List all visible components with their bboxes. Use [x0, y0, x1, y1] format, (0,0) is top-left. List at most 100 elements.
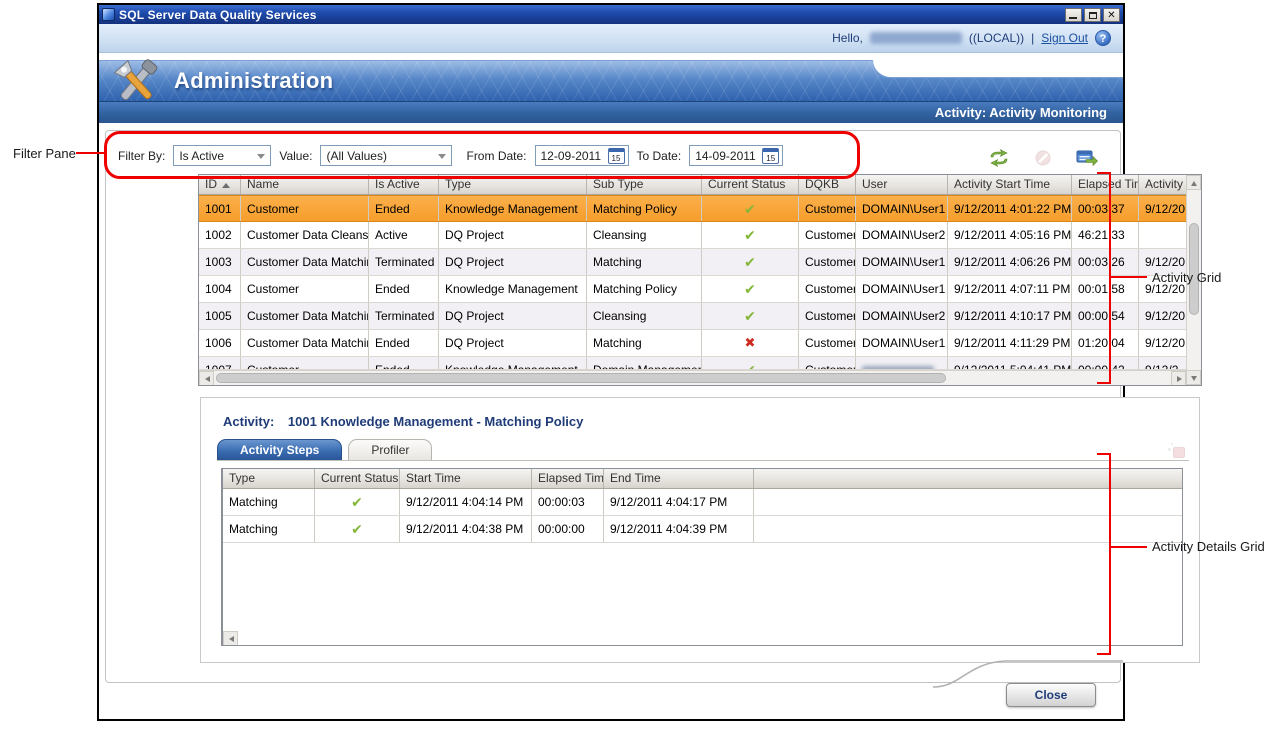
context-label: Activity: Activity Monitoring [935, 105, 1107, 120]
grid-row[interactable]: Matching✔9/12/2011 4:04:38 PM00:00:009/1… [223, 516, 1182, 543]
tab-profiler[interactable]: Profiler [348, 439, 432, 460]
filter-by-value: Is Active [179, 149, 224, 163]
vscroll-thumb[interactable] [1189, 223, 1199, 315]
to-date-value: 14-09-2011 [695, 149, 756, 163]
grid-row[interactable]: 1005Customer Data MatchingTerminatedDQ P… [199, 303, 1201, 330]
help-icon[interactable]: ? [1095, 30, 1111, 46]
cell-elapsed-time: 00:00:42 [1072, 357, 1139, 369]
grid-row[interactable]: 1001CustomerEndedKnowledge ManagementMat… [199, 195, 1201, 222]
cell-id: 1005 [199, 303, 241, 329]
chevron-down-icon [438, 154, 446, 159]
sign-out-link[interactable]: Sign Out [1041, 31, 1088, 45]
grid-row[interactable]: Matching✔9/12/2011 4:04:14 PM00:00:039/1… [223, 489, 1182, 516]
value-dropdown[interactable]: (All Values) [320, 145, 452, 166]
close-window-button[interactable]: ✕ [1103, 8, 1120, 22]
cell-type: Knowledge Management [439, 276, 587, 302]
scroll-down-icon[interactable] [1186, 370, 1201, 385]
divider: | [1031, 31, 1034, 45]
cell-start-time: 9/12/2011 4:04:38 PM [400, 516, 532, 542]
calendar-icon[interactable]: 15 [608, 148, 625, 164]
column-header-dqkb[interactable]: DQKB [799, 175, 856, 194]
from-date-input[interactable]: 12-09-2011 15 [535, 145, 629, 166]
cell-id: 1003 [199, 249, 241, 275]
restore-icon [1089, 12, 1097, 19]
column-header-start-time[interactable]: Start Time [400, 469, 532, 488]
activity-details-grid-annotation: Activity Details Grid [1152, 539, 1265, 554]
tab-activity-steps[interactable]: Activity Steps [217, 439, 342, 460]
to-date-input[interactable]: 14-09-2011 15 [689, 145, 783, 166]
export-icon[interactable] [1076, 149, 1098, 167]
cell-id: 1006 [199, 330, 241, 356]
cell-current-status: ✔ [702, 249, 799, 275]
server-name: ((LOCAL)) [969, 31, 1024, 45]
column-header-current-status[interactable]: Current Status [315, 469, 400, 488]
scroll-left-icon[interactable] [199, 371, 214, 386]
column-header-sub-type[interactable]: Sub Type [587, 175, 702, 194]
column-header-type[interactable]: Type [439, 175, 587, 194]
success-check-icon: ✔ [744, 254, 756, 270]
column-header-elapsed-time[interactable]: Elapsed Time [532, 469, 604, 488]
cell-type: DQ Project [439, 330, 587, 356]
cell-end-time: 9/12/2011 4:04:17 PM [604, 489, 754, 515]
cell-activity: 9/12/2 [1139, 357, 1187, 369]
column-header-end-time[interactable]: End Time [604, 469, 754, 488]
column-header-user[interactable]: User [856, 175, 948, 194]
failure-x-icon: ✖ [745, 335, 756, 350]
terminate-icon [1032, 149, 1054, 167]
filter-by-dropdown[interactable]: Is Active [173, 145, 271, 166]
cell-type: DQ Project [439, 222, 587, 248]
column-header-type[interactable]: Type [223, 469, 315, 488]
activity-grid-hscrollbar[interactable] [199, 370, 1186, 385]
cell-sub-type: Cleansing [587, 303, 702, 329]
bracket-tick [1097, 653, 1111, 655]
cell-current-status: ✔ [702, 276, 799, 302]
column-header-name[interactable]: Name [241, 175, 369, 194]
grid-row[interactable]: 1002Customer Data CleansingActiveDQ Proj… [199, 222, 1201, 249]
cell-id: 1002 [199, 222, 241, 248]
scroll-right-icon[interactable] [221, 631, 223, 646]
activity-grid: IDNameIs ActiveTypeSub TypeCurrent Statu… [198, 174, 1202, 386]
scroll-up-icon[interactable] [1186, 175, 1201, 190]
cell-user: DOMAIN\User1 [856, 330, 948, 356]
cell-name: Customer [241, 196, 369, 221]
scroll-left-icon[interactable] [223, 631, 238, 646]
cell-name: Customer [241, 276, 369, 302]
minimize-button[interactable] [1065, 8, 1082, 22]
cell-activity-start-time: 9/12/2011 4:10:17 PM [948, 303, 1072, 329]
cell-elapsed-time: 00:00:54 [1072, 303, 1139, 329]
sort-ascending-icon [222, 183, 230, 188]
grid-row[interactable]: 1006Customer Data MatchingEndedDQ Projec… [199, 330, 1201, 357]
admin-tools-icon [107, 57, 165, 109]
column-header-elapsed-time[interactable]: Elapsed Time [1072, 175, 1139, 194]
title-bar: SQL Server Data Quality Services ✕ [99, 5, 1123, 24]
grid-row[interactable]: 1007CustomerEndedKnowledge ManagementDom… [199, 357, 1201, 370]
restore-button[interactable] [1084, 8, 1101, 22]
cell-elapsed-time: 46:21:33 [1072, 222, 1139, 248]
activity-details-grid: TypeCurrent StatusStart TimeElapsed Time… [221, 468, 1183, 646]
cell-user: DOMAIN\User1 [856, 249, 948, 275]
column-header-activity[interactable]: Activity [1139, 175, 1187, 194]
success-check-icon: ✔ [351, 494, 363, 510]
cell-dqkb: Customer [799, 303, 856, 329]
column-header-id[interactable]: ID [199, 175, 241, 194]
scroll-right-icon[interactable] [1171, 371, 1186, 386]
cell-is-active: Ended [369, 357, 439, 369]
cell-elapsed-time: 01:20:04 [1072, 330, 1139, 356]
hscroll-thumb[interactable] [216, 373, 946, 383]
column-header-current-status[interactable]: Current Status [702, 175, 799, 194]
cell-type: DQ Project [439, 249, 587, 275]
column-header-activity-start-time[interactable]: Activity Start Time [948, 175, 1072, 194]
column-header-is-active[interactable]: Is Active [369, 175, 439, 194]
banner-notch [873, 60, 1123, 78]
success-check-icon: ✔ [744, 308, 756, 324]
calendar-icon[interactable]: 15 [762, 148, 779, 164]
cell-sub-type: Domain Management [587, 357, 702, 369]
close-button[interactable]: Close [1006, 683, 1096, 707]
grid-row[interactable]: 1004CustomerEndedKnowledge ManagementMat… [199, 276, 1201, 303]
refresh-icon[interactable] [988, 149, 1010, 167]
grid-row[interactable]: 1003Customer Data MatchingTerminatedDQ P… [199, 249, 1201, 276]
minimize-icon [1069, 17, 1077, 19]
cell-current-status: ✖ [702, 330, 799, 356]
activity-grid-annotation: Activity Grid [1152, 270, 1221, 285]
cell-activity-start-time: 9/12/2011 5:04:41 PM [948, 357, 1072, 369]
